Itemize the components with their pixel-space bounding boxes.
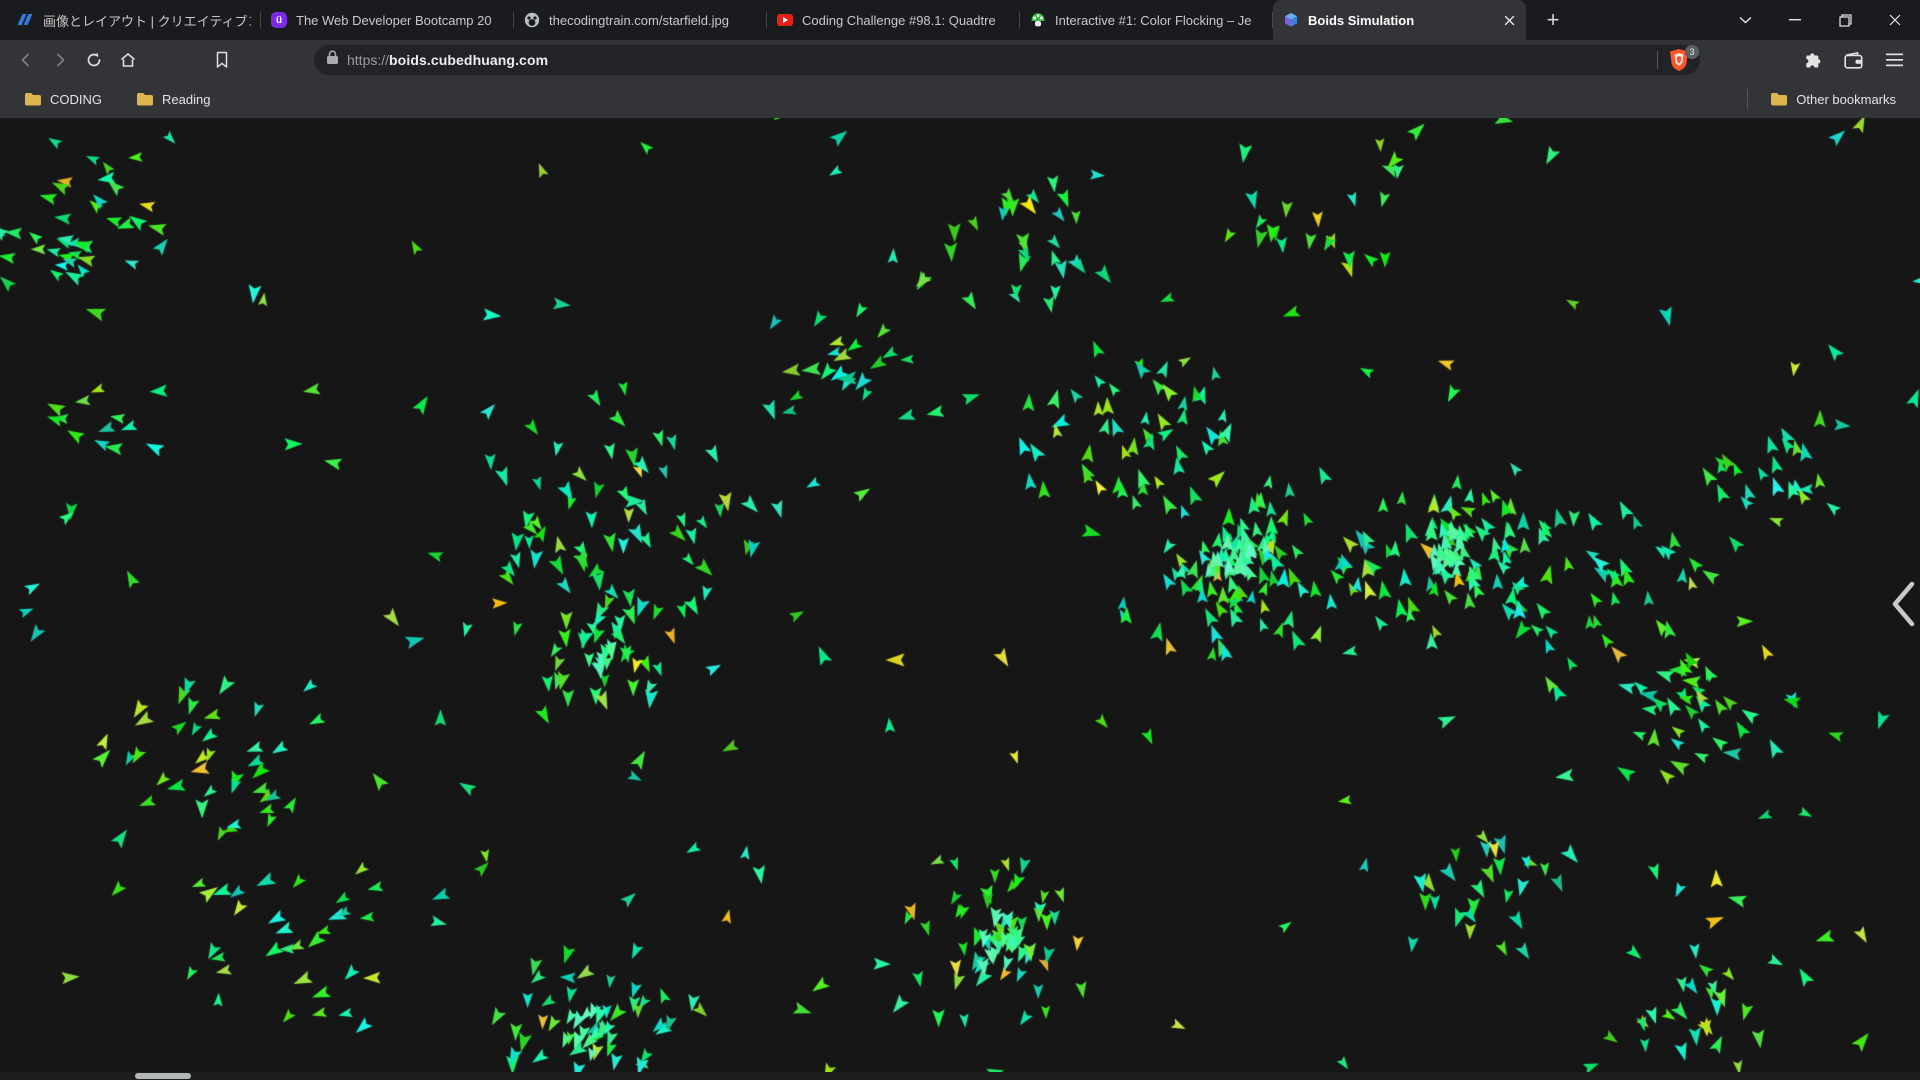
tab-title: thecodingtrain.com/starfield.jpg [549,12,729,28]
tab-boids-simulation-active[interactable]: Boids Simulation [1273,0,1526,40]
horizontal-scrollbar-track[interactable] [0,1072,1920,1080]
github-icon [524,12,540,28]
folder-icon [1771,93,1788,106]
url-text: https://boids.cubedhuang.com [347,52,548,68]
divider [1747,89,1749,109]
url-host: boids.cubedhuang.com [389,52,549,68]
folder-icon [25,93,41,106]
tab-search-chevron-icon[interactable] [1720,0,1770,40]
tab-bar: 画像とレイアウト | クリエイティブコーデ ü The Web Develope… [0,0,1920,40]
address-bar[interactable]: https://boids.cubedhuang.com 3 [314,45,1700,75]
minimize-button[interactable] [1770,0,1820,40]
page-content [0,118,1920,1080]
divider [1657,51,1658,69]
brave-shield-icon[interactable]: 3 [1668,45,1699,72]
url-scheme: https:// [347,52,390,68]
bookmark-folder-coding[interactable]: CODING [16,88,110,111]
forward-arrow-icon[interactable] [48,48,72,72]
wallet-icon[interactable] [1841,48,1865,72]
tab-color-flocking[interactable]: Interactive #1: Color Flocking – Je [1020,0,1273,40]
bookmarks-bar: CODING Reading Other bookmarks [0,80,1920,118]
tab-coding-challenge-quadtree[interactable]: Coding Challenge #98.1: Quadtre [767,0,1020,40]
tab-creative-coding[interactable]: 画像とレイアウト | クリエイティブコーデ [8,0,261,40]
horizontal-scrollbar-thumb[interactable] [135,1073,191,1079]
navigation-toolbar: https://boids.cubedhuang.com 3 [0,40,1920,80]
shield-badge: 3 [1685,45,1699,59]
reload-icon[interactable] [82,48,106,72]
tab-web-dev-bootcamp[interactable]: ü The Web Developer Bootcamp 20 [261,0,514,40]
youtube-icon [777,12,793,28]
boids-canvas [0,118,1920,1080]
bookmark-folder-label: CODING [50,91,102,107]
tab-codingtrain-starfield[interactable]: thecodingtrain.com/starfield.jpg [514,0,767,40]
boids-cube-icon [1283,12,1299,28]
folder-icon [137,93,153,106]
bookmark-icon[interactable] [210,48,234,72]
blue-slashes-icon [17,12,34,28]
close-window-button[interactable] [1870,0,1920,40]
menu-hamburger-icon[interactable] [1882,48,1906,72]
home-icon[interactable] [116,48,140,72]
browser-window: 画像とレイアウト | クリエイティブコーデ ü The Web Develope… [0,0,1920,1080]
panel-toggle-left-chevron-icon[interactable] [1890,581,1916,632]
tab-close-icon[interactable] [1498,9,1520,31]
tab-title: Coding Challenge #98.1: Quadtre [802,12,996,28]
other-bookmarks[interactable]: Other bookmarks [1762,88,1904,111]
window-controls [1720,0,1920,40]
padlock-icon[interactable] [326,50,339,70]
bookmark-folder-reading[interactable]: Reading [128,88,218,111]
tab-title: The Web Developer Bootcamp 20 [296,12,492,28]
new-tab-button[interactable]: + [1536,0,1570,40]
tab-title: Interactive #1: Color Flocking – Je [1055,12,1252,28]
tab-title: Boids Simulation [1308,12,1415,28]
other-bookmarks-label: Other bookmarks [1796,91,1896,107]
udemy-icon: ü [271,12,287,28]
mushroom-icon [1030,12,1046,28]
bookmark-folder-label: Reading [162,91,211,107]
back-arrow-icon[interactable] [14,48,38,72]
tab-title: 画像とレイアウト | クリエイティブコーデ [43,13,251,29]
restore-button[interactable] [1820,0,1870,40]
extensions-puzzle-icon[interactable] [1800,48,1824,72]
